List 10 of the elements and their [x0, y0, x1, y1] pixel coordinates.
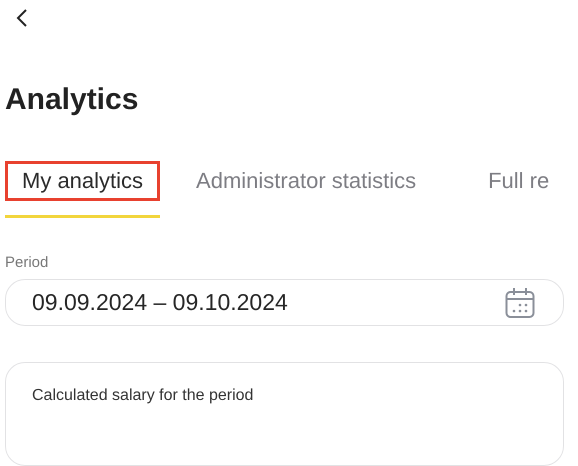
tab[interactable]: Full re: [471, 151, 566, 218]
calendar-icon: [505, 286, 535, 318]
field-label: Period: [5, 254, 50, 271]
date-range-field[interactable]: 09.09.2024 – 09.10.2024: [5, 279, 564, 326]
tab[interactable]: Administrator statistics: [179, 151, 434, 218]
card-title: Calculated salary for the period: [32, 387, 254, 404]
highlight-frame: My analytics: [5, 161, 160, 201]
back-icon: [16, 8, 28, 28]
tab[interactable]: My analytics: [5, 151, 160, 218]
page-title: Analytics: [5, 83, 140, 117]
